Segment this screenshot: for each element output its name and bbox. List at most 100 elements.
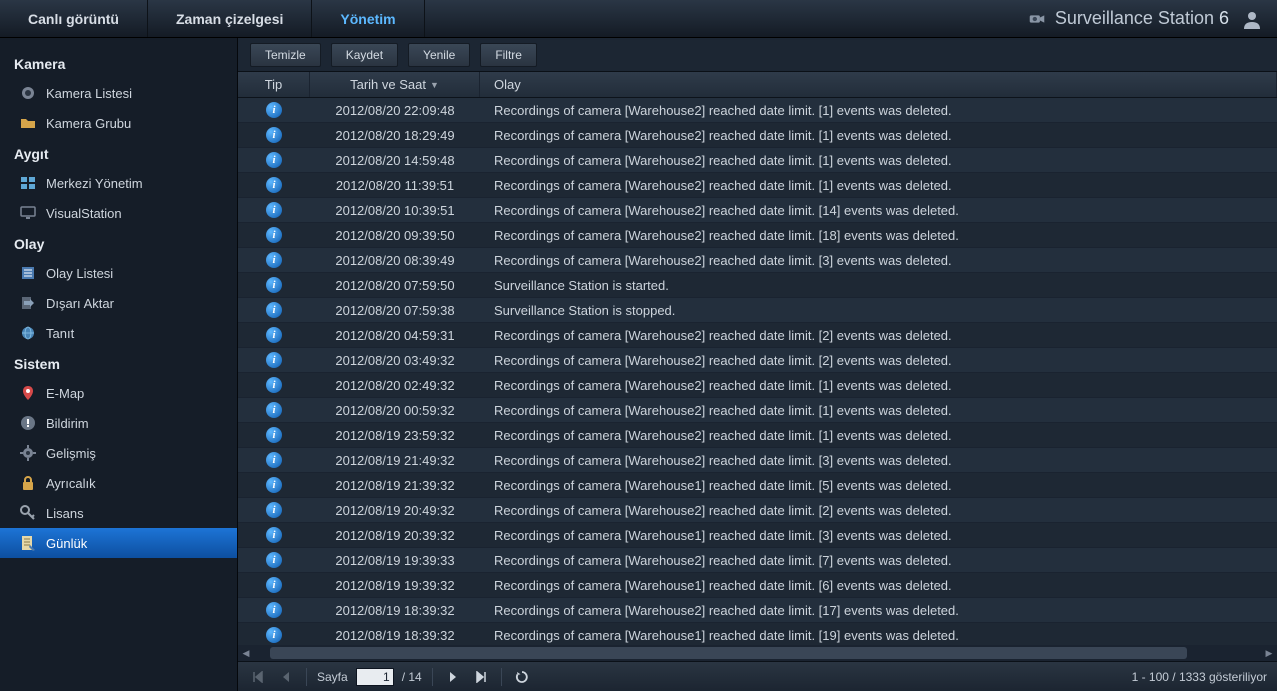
sidebar-item-olay-0[interactable]: Olay Listesi [0, 258, 237, 288]
sidebar-item-sistem-4[interactable]: Lisans [0, 498, 237, 528]
pager-next-icon[interactable] [443, 667, 463, 687]
sidebar-section-2: Olay [0, 228, 237, 258]
sidebar-item-sistem-2[interactable]: Gelişmiş [0, 438, 237, 468]
toolbar: Temizle Kaydet Yenile Filtre [238, 38, 1277, 72]
hscroll-left-icon[interactable]: ◀ [238, 645, 254, 661]
row-event-cell: Recordings of camera [Warehouse1] reache… [480, 628, 1277, 643]
sidebar-section-0: Kamera [0, 48, 237, 78]
info-icon: i [266, 102, 282, 118]
row-event-cell: Surveillance Station is stopped. [480, 303, 1277, 318]
row-date-cell: 2012/08/20 02:49:32 [310, 378, 480, 393]
info-icon: i [266, 277, 282, 293]
sidebar-item-sistem-5[interactable]: Günlük [0, 528, 237, 558]
hscroll-right-icon[interactable]: ▶ [1261, 645, 1277, 661]
table-row[interactable]: i2012/08/20 07:59:38Surveillance Station… [238, 298, 1277, 323]
table-row[interactable]: i2012/08/19 21:39:32Recordings of camera… [238, 473, 1277, 498]
table-row[interactable]: i2012/08/20 00:59:32Recordings of camera… [238, 398, 1277, 423]
display-icon [20, 205, 36, 221]
table-row[interactable]: i2012/08/20 04:59:31Recordings of camera… [238, 323, 1277, 348]
info-icon: i [266, 552, 282, 568]
user-menu-icon[interactable] [1239, 6, 1265, 32]
top-bar: Canlı görüntüZaman çizelgesiYönetim Surv… [0, 0, 1277, 38]
sidebar-item-sistem-0[interactable]: E-Map [0, 378, 237, 408]
topnav-item-2[interactable]: Yönetim [312, 0, 424, 37]
pager-separator [306, 668, 307, 686]
table-row[interactable]: i2012/08/20 02:49:32Recordings of camera… [238, 373, 1277, 398]
table-row[interactable]: i2012/08/20 18:29:49Recordings of camera… [238, 123, 1277, 148]
col-header-event[interactable]: Olay [480, 72, 1277, 97]
sidebar-item-label: Merkezi Yönetim [46, 176, 143, 191]
row-event-cell: Recordings of camera [Warehouse2] reache… [480, 103, 1277, 118]
sidebar-item-sistem-1[interactable]: Bildirim [0, 408, 237, 438]
row-type-cell: i [238, 602, 310, 618]
sidebar-item-kamera-0[interactable]: Kamera Listesi [0, 78, 237, 108]
pager-prev-icon[interactable] [276, 667, 296, 687]
pager-status: 1 - 100 / 1333 gösteriliyor [1132, 670, 1267, 684]
row-event-cell: Recordings of camera [Warehouse2] reache… [480, 403, 1277, 418]
clear-button[interactable]: Temizle [250, 43, 321, 67]
row-event-cell: Recordings of camera [Warehouse2] reache… [480, 603, 1277, 618]
globe-icon [20, 325, 36, 341]
topnav-item-0[interactable]: Canlı görüntü [0, 0, 148, 37]
sidebar-item-aygıt-1[interactable]: VisualStation [0, 198, 237, 228]
table-row[interactable]: i2012/08/20 11:39:51Recordings of camera… [238, 173, 1277, 198]
table-row[interactable]: i 2012/08/19 18:39:32Recordings of camera… [238, 623, 1277, 645]
table-row[interactable]: i2012/08/19 19:39:32Recordings of camera… [238, 573, 1277, 598]
table-row[interactable]: i2012/08/20 08:39:49Recordings of camera… [238, 248, 1277, 273]
sidebar-item-sistem-3[interactable]: Ayrıcalık [0, 468, 237, 498]
row-event-cell: Recordings of camera [Warehouse2] reache… [480, 228, 1277, 243]
sidebar-item-aygıt-0[interactable]: Merkezi Yönetim [0, 168, 237, 198]
pager-total-pages: / 14 [402, 670, 422, 684]
col-header-type[interactable]: Tip [238, 72, 310, 97]
save-button[interactable]: Kaydet [331, 43, 398, 67]
refresh-button[interactable]: Yenile [408, 43, 470, 67]
row-date-cell: 2012/08/20 18:29:49 [310, 128, 480, 143]
table-row[interactable]: i2012/08/20 10:39:51Recordings of camera… [238, 198, 1277, 223]
pager-page-input[interactable] [356, 668, 394, 686]
export-icon [20, 295, 36, 311]
table-row[interactable]: i2012/08/19 20:39:32Recordings of camera… [238, 523, 1277, 548]
key-icon [20, 505, 36, 521]
row-event-cell: Surveillance Station is started. [480, 278, 1277, 293]
table-row[interactable]: i2012/08/20 22:09:48Recordings of camera… [238, 98, 1277, 123]
pager-bar: Sayfa / 14 1 - 100 / 1333 gösteriliyor [238, 661, 1277, 691]
row-event-cell: Recordings of camera [Warehouse2] reache… [480, 453, 1277, 468]
filter-button[interactable]: Filtre [480, 43, 537, 67]
pager-last-icon[interactable] [471, 667, 491, 687]
row-type-cell: i [238, 502, 310, 518]
pager-first-icon[interactable] [248, 667, 268, 687]
sidebar-item-olay-1[interactable]: Dışarı Aktar [0, 288, 237, 318]
table-row[interactable]: i2012/08/19 19:39:33Recordings of camera… [238, 548, 1277, 573]
topnav-item-1[interactable]: Zaman çizelgesi [148, 0, 312, 37]
sidebar-item-kamera-1[interactable]: Kamera Grubu [0, 108, 237, 138]
sidebar-item-label: Gelişmiş [46, 446, 96, 461]
table-row[interactable]: i2012/08/19 23:59:32Recordings of camera… [238, 423, 1277, 448]
sidebar-item-olay-2[interactable]: Tanıt [0, 318, 237, 348]
table-row[interactable]: i2012/08/19 20:49:32Recordings of camera… [238, 498, 1277, 523]
pager-refresh-icon[interactable] [512, 667, 532, 687]
row-event-cell: Recordings of camera [Warehouse2] reache… [480, 203, 1277, 218]
grid-header: Tip Tarih ve Saat ▼ Olay [238, 72, 1277, 98]
table-row[interactable]: i2012/08/19 21:49:32Recordings of camera… [238, 448, 1277, 473]
info-icon: i [266, 302, 282, 318]
row-type-cell: i [238, 152, 310, 168]
table-row[interactable]: i2012/08/20 03:49:32Recordings of camera… [238, 348, 1277, 373]
col-header-date-label: Tarih ve Saat [350, 77, 426, 92]
info-icon: i [266, 627, 282, 643]
table-row[interactable]: i2012/08/20 14:59:48Recordings of camera… [238, 148, 1277, 173]
row-date-cell: 2012/08/20 09:39:50 [310, 228, 480, 243]
table-row[interactable]: i2012/08/20 09:39:50Recordings of camera… [238, 223, 1277, 248]
pager-separator [501, 668, 502, 686]
col-header-date[interactable]: Tarih ve Saat ▼ [310, 72, 480, 97]
row-date-cell: 2012/08/19 18:39:32 [310, 628, 480, 643]
brand-area: Surveillance Station 6 [1029, 6, 1277, 32]
horizontal-scrollbar[interactable]: ◀ ▶ [238, 645, 1277, 661]
row-type-cell: i [238, 302, 310, 318]
table-row[interactable]: i2012/08/19 18:39:32Recordings of camera… [238, 598, 1277, 623]
row-event-cell: Recordings of camera [Warehouse2] reache… [480, 178, 1277, 193]
hscroll-track[interactable] [270, 646, 1245, 660]
main-area: KameraKamera ListesiKamera GrubuAygıtMer… [0, 38, 1277, 691]
hscroll-thumb[interactable] [270, 647, 1187, 659]
grid-body[interactable]: i2012/08/20 22:09:48Recordings of camera… [238, 98, 1277, 645]
table-row[interactable]: i2012/08/20 07:59:50Surveillance Station… [238, 273, 1277, 298]
